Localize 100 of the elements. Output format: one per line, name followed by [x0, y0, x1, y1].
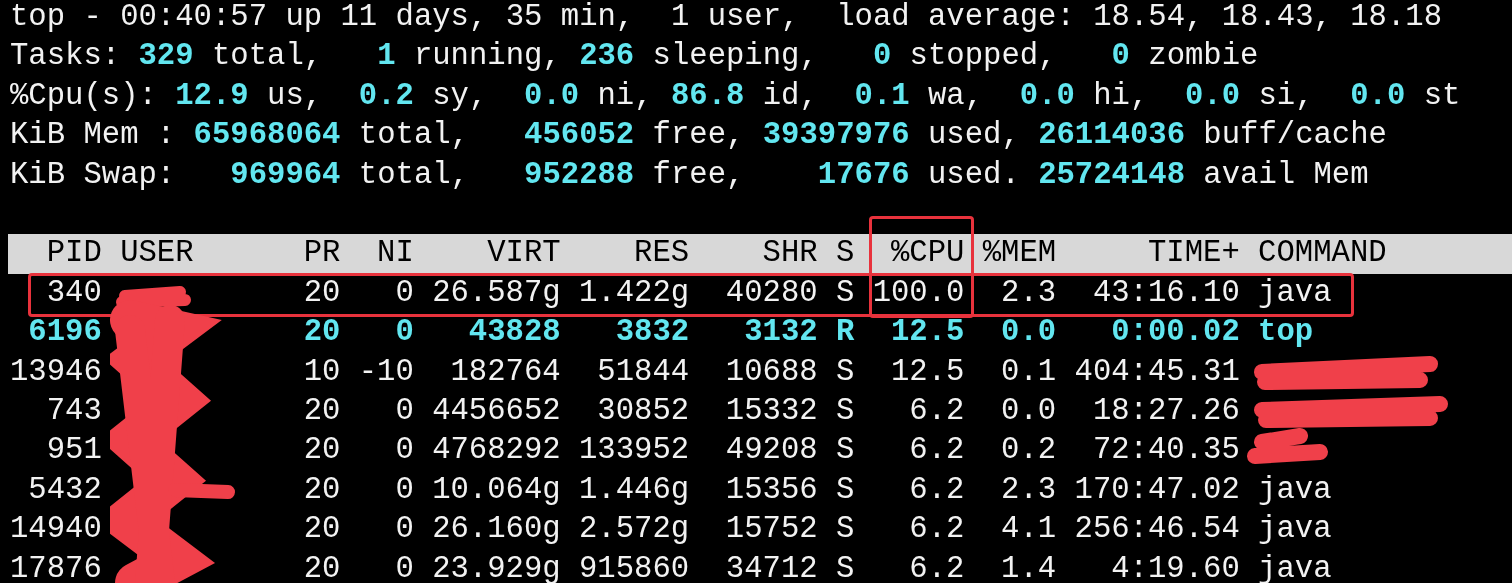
- table-cell-text: 6.2: [908, 511, 965, 549]
- column-header: %CPU: [890, 235, 965, 273]
- table-cell-text: 182764: [449, 353, 561, 391]
- table-cell-text: 13946: [10, 353, 102, 391]
- table-cell-text: 40280: [724, 274, 818, 312]
- table-cell-text: 20: [302, 432, 341, 470]
- table-cell-text: 0: [394, 314, 414, 352]
- column-header: USER: [120, 235, 195, 273]
- table-cell-text: 4.1: [1000, 511, 1057, 549]
- table-cell-text: 49208: [724, 432, 818, 470]
- table-cell-text: S: [835, 274, 855, 312]
- table-cell-text: 4768292: [432, 432, 561, 470]
- table-cell-text: 20: [302, 511, 341, 549]
- table-cell-text: java: [1258, 471, 1333, 509]
- table-cell-text: 915860: [579, 550, 690, 583]
- column-header: PR: [302, 235, 341, 273]
- summary-line: KiB Mem : 65968064 total, 456052 free, 39397976 used, 26114036 buff/cache: [10, 117, 1387, 155]
- table-cell-text: 404:45.31: [1074, 353, 1240, 391]
- table-cell-text: 20: [302, 314, 341, 352]
- table-cell-text: 15332: [724, 393, 818, 431]
- table-cell-text: 12.5: [890, 314, 965, 352]
- table-cell-text: S: [835, 432, 855, 470]
- column-header: VIRT: [486, 235, 561, 273]
- table-cell-text: 72:40.35: [1091, 432, 1240, 470]
- table-cell-text: 340: [45, 274, 102, 312]
- table-cell-text: 951: [45, 432, 102, 470]
- table-cell-text: 743: [45, 393, 102, 431]
- table-cell-text: 1.422g: [579, 274, 690, 312]
- table-cell-text: 1.4: [1000, 550, 1057, 583]
- table-cell-text: 0: [394, 550, 414, 583]
- table-cell-text: 17876: [10, 550, 102, 583]
- table-cell-text: 2.3: [1000, 274, 1057, 312]
- table-cell-text: 5432: [27, 471, 102, 509]
- table-cell-text: S: [835, 471, 855, 509]
- table-cell-text: 10: [302, 353, 341, 391]
- table-cell-text: 4456652: [432, 393, 561, 431]
- table-cell-text: 18:27.26: [1091, 393, 1240, 431]
- table-cell-text: S: [835, 353, 855, 391]
- table-cell-text: S: [835, 393, 855, 431]
- table-cell-text: S: [835, 511, 855, 549]
- table-cell-text: 0.0: [1000, 314, 1057, 352]
- table-cell-text: 0: [394, 432, 414, 470]
- table-cell-text: 34712: [724, 550, 818, 583]
- table-cell-text: 0: [394, 274, 414, 312]
- table-cell-text: 2.572g: [579, 511, 690, 549]
- table-cell-text: 26.587g: [432, 274, 561, 312]
- summary-line: %Cpu(s): 12.9 us, 0.2 sy, 0.0 ni, 86.8 id, 0.1 wa, 0.0 hi, 0.0 si, 0.0 st: [10, 77, 1461, 115]
- table-cell-text: 0: [394, 393, 414, 431]
- table-cell-text: 6.2: [908, 550, 965, 583]
- table-cell-text: 2.3: [1000, 471, 1057, 509]
- table-cell-text: java: [1258, 274, 1333, 312]
- column-header: %MEM: [982, 235, 1057, 273]
- table-cell-text: 20: [302, 393, 341, 431]
- table-cell-text: 15752: [724, 511, 818, 549]
- table-cell-text: top: [1258, 314, 1315, 352]
- table-cell-text: 43828: [467, 314, 561, 352]
- table-cell-text: 51844: [596, 353, 690, 391]
- table-cell-text: java: [1258, 511, 1333, 549]
- table-cell-text: 0.2: [1000, 432, 1057, 470]
- table-cell-text: 20: [302, 471, 341, 509]
- table-cell-text: 0: [394, 511, 414, 549]
- table-cell-text: 4:19.60: [1110, 550, 1240, 583]
- table-cell-text: S: [835, 550, 855, 583]
- table-cell-text: 23.929g: [432, 550, 561, 583]
- table-cell-text: 133952: [579, 432, 690, 470]
- table-cell-text: 6.2: [908, 393, 965, 431]
- table-cell-text: 0:00.02: [1110, 314, 1240, 352]
- table-cell-text: 20: [302, 550, 341, 583]
- column-header: COMMAND: [1258, 235, 1388, 273]
- table-cell-text: R: [835, 314, 855, 352]
- table-cell-text: 43:16.10: [1091, 274, 1240, 312]
- table-cell-text: 15356: [724, 471, 818, 509]
- table-cell-text: 20: [302, 274, 341, 312]
- column-header: NI: [376, 235, 414, 273]
- table-cell-text: 30852: [596, 393, 690, 431]
- column-header: SHR: [761, 235, 818, 273]
- table-cell-text: java: [1258, 550, 1333, 583]
- table-cell-text: 6196: [27, 314, 102, 352]
- table-cell-text: 3132: [743, 314, 818, 352]
- table-cell-text: 6.2: [908, 471, 965, 509]
- table-cell-text: 256:46.54: [1074, 511, 1240, 549]
- table-cell-text: 170:47.02: [1074, 471, 1240, 509]
- table-cell-text: 0: [394, 471, 414, 509]
- table-cell-text: 10688: [724, 353, 818, 391]
- table-cell-text: 0.0: [1000, 393, 1057, 431]
- summary-line: Tasks: 329 total, 1 running, 236 sleeping, 0 stopped, 0 zombie: [10, 38, 1259, 76]
- table-cell-text: 1.446g: [579, 471, 690, 509]
- table-cell-text: 26.160g: [432, 511, 561, 549]
- table-cell-text: 12.5: [890, 353, 965, 391]
- table-cell-text: 10.064g: [432, 471, 561, 509]
- column-header: TIME+: [1146, 235, 1240, 273]
- summary-line: top - 00:40:57 up 11 days, 35 min, 1 user, load average: 18.54, 18.43, 18.18: [10, 0, 1443, 36]
- column-header: RES: [633, 235, 690, 273]
- table-cell-text: 100.0: [872, 274, 965, 312]
- summary-line: KiB Swap: 969964 total, 952288 free, 17676 used. 25724148 avail Mem: [10, 156, 1369, 194]
- table-cell-text: -10: [358, 353, 414, 391]
- column-header: PID: [45, 235, 102, 273]
- table-cell-text: 3832: [614, 314, 690, 352]
- table-cell-text: 14940: [10, 511, 102, 549]
- table-cell-text: 0.1: [1000, 353, 1057, 391]
